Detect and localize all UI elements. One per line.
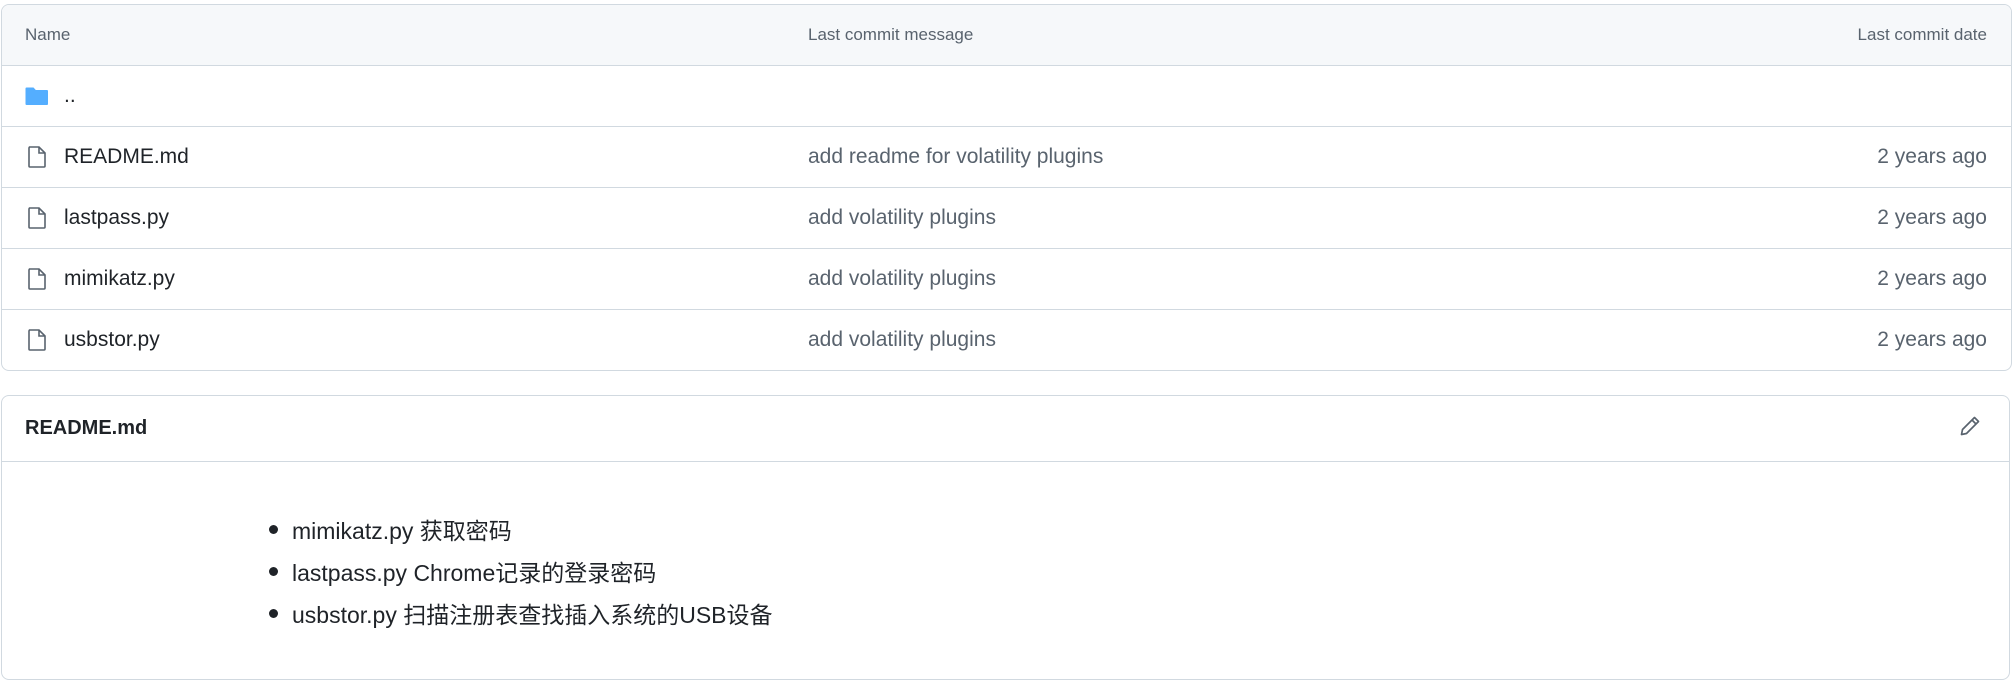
list-item: usbstor.py 扫描注册表查找插入系统的USB设备 xyxy=(242,592,2009,634)
commit-message-link[interactable]: add volatility plugins xyxy=(808,267,1611,291)
column-header-name: Name xyxy=(25,25,71,44)
column-header-date: Last commit date xyxy=(1857,25,1987,44)
folder-icon xyxy=(25,84,49,108)
commit-message-link[interactable]: add readme for volatility plugins xyxy=(808,145,1611,169)
edit-readme-button[interactable] xyxy=(1953,412,1987,446)
readme-list: mimikatz.py 获取密码 lastpass.py Chrome记录的登录… xyxy=(242,508,2009,634)
file-name-link[interactable]: lastpass.py xyxy=(64,206,169,230)
commit-message-link[interactable]: add volatility plugins xyxy=(808,328,1611,352)
bullet xyxy=(269,524,278,534)
list-item: lastpass.py Chrome记录的登录密码 xyxy=(242,550,2009,592)
file-table: Name Last commit message Last commit dat… xyxy=(1,4,2012,371)
table-row[interactable]: README.md add readme for volatility plug… xyxy=(2,126,2011,187)
readme-panel: README.md mimikatz.py 获取密码 lastpass.py C… xyxy=(1,395,2010,680)
table-header: Name Last commit message Last commit dat… xyxy=(2,5,2011,65)
table-row-parent-directory[interactable]: .. xyxy=(2,65,2011,126)
table-row[interactable]: mimikatz.py add volatility plugins 2 yea… xyxy=(2,248,2011,309)
list-item: mimikatz.py 获取密码 xyxy=(242,508,2009,550)
file-name-link[interactable]: README.md xyxy=(64,145,189,169)
commit-date: 2 years ago xyxy=(1877,267,1987,290)
commit-date: 2 years ago xyxy=(1877,145,1987,168)
list-item-text: usbstor.py 扫描注册表查找插入系统的USB设备 xyxy=(292,602,773,628)
file-name-link[interactable]: usbstor.py xyxy=(64,328,160,352)
file-name-link[interactable]: mimikatz.py xyxy=(64,267,175,291)
file-icon xyxy=(25,206,49,230)
list-item-text: mimikatz.py 获取密码 xyxy=(292,518,512,544)
commit-date: 2 years ago xyxy=(1877,328,1987,351)
table-row[interactable]: usbstor.py add volatility plugins 2 year… xyxy=(2,309,2011,370)
readme-title: README.md xyxy=(25,417,148,439)
readme-header: README.md xyxy=(2,396,2009,462)
commit-message-link[interactable]: add volatility plugins xyxy=(808,206,1611,230)
file-icon xyxy=(25,328,49,352)
file-icon xyxy=(25,267,49,291)
bullet xyxy=(269,608,278,618)
bullet xyxy=(269,566,278,576)
pencil-icon xyxy=(1959,415,1981,442)
file-icon xyxy=(25,145,49,169)
parent-directory-link[interactable]: .. xyxy=(64,84,76,108)
commit-date: 2 years ago xyxy=(1877,206,1987,229)
column-header-message: Last commit message xyxy=(808,25,974,44)
table-row[interactable]: lastpass.py add volatility plugins 2 yea… xyxy=(2,187,2011,248)
list-item-text: lastpass.py Chrome记录的登录密码 xyxy=(292,560,657,586)
readme-body: mimikatz.py 获取密码 lastpass.py Chrome记录的登录… xyxy=(2,462,2009,634)
